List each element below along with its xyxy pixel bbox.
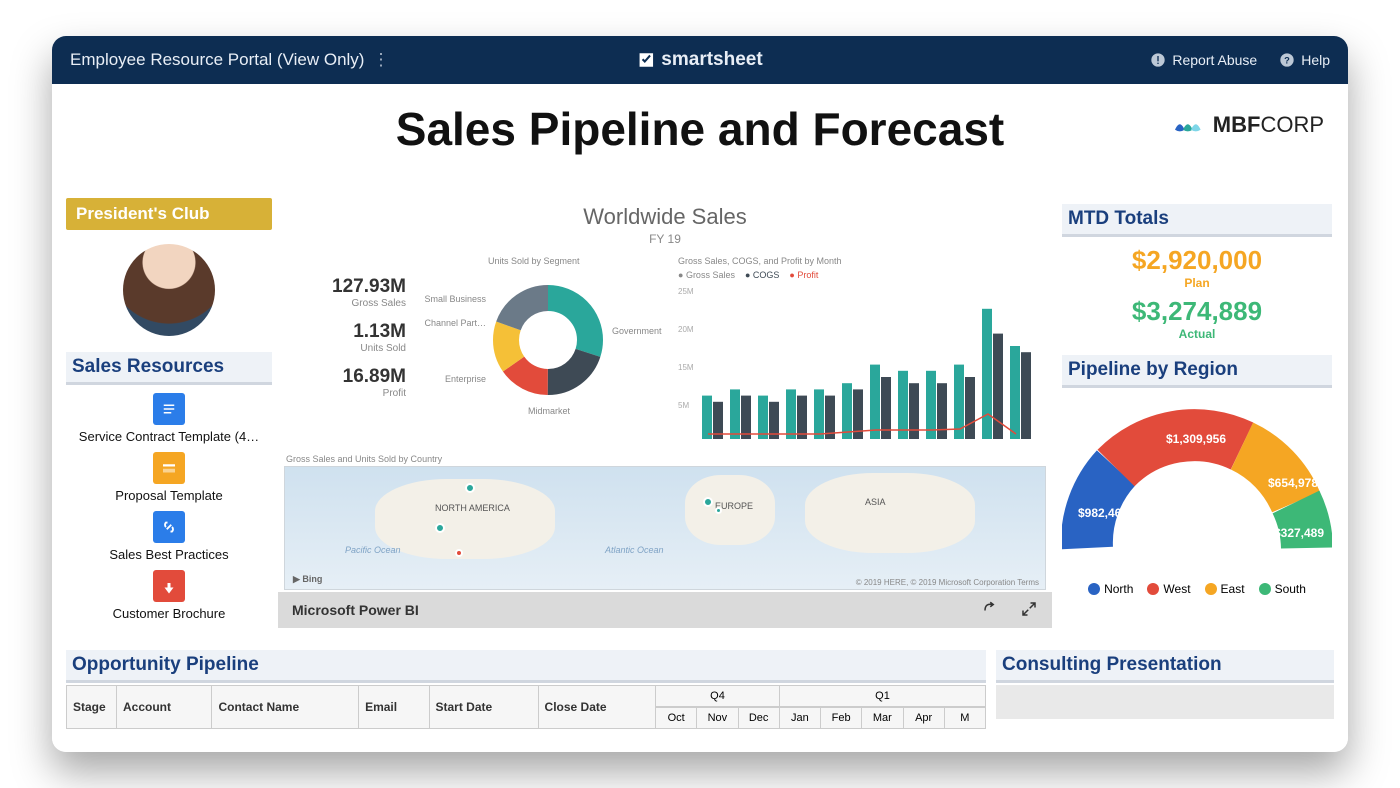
powerbi-label: Microsoft Power BI [292,602,419,618]
region-legend: North West East South [1062,582,1332,596]
alert-icon [1150,52,1166,68]
help-link[interactable]: ? Help [1279,52,1330,68]
gantt-header[interactable]: Q4Q1 OctNovDecJanFebMarAprM [656,685,986,729]
kpi-list: 127.93MGross Sales 1.13MUnits Sold 16.89… [296,276,406,411]
resource-proposal-template[interactable]: Proposal Template [66,452,272,503]
resource-best-practices[interactable]: Sales Best Practices [66,511,272,562]
share-icon[interactable] [982,600,1000,621]
company-logo: MBFCORP [1175,112,1324,138]
world-map[interactable]: NORTH AMERICA EUROPE ASIA Pacific Ocean … [284,466,1046,590]
consulting-panel [996,685,1334,719]
more-icon[interactable]: ⋮ [372,50,389,70]
portal-title: Employee Resource Portal (View Only) [70,50,364,70]
resource-customer-brochure[interactable]: Customer Brochure [66,570,272,621]
expand-icon[interactable] [1020,600,1038,621]
worldwide-sales-subtitle: FY 19 [278,232,1052,246]
svg-text:5M: 5M [678,401,689,410]
svg-text:20M: 20M [678,325,694,334]
resource-contract-template[interactable]: Service Contract Template (4… [66,393,272,444]
consulting-header: Consulting Presentation [996,650,1334,683]
page-title: Sales Pipeline and Forecast [52,102,1348,156]
smartsheet-brand: smartsheet [637,49,762,71]
powerbi-panel: Worldwide Sales FY 19 127.93MGross Sales… [278,198,1052,628]
opportunity-header: Opportunity Pipeline [66,650,986,683]
opportunity-table[interactable]: Stage Account Contact Name Email Start D… [66,685,656,729]
worldwide-sales-title: Worldwide Sales [278,204,1052,230]
link-icon [153,511,185,543]
help-icon: ? [1279,52,1295,68]
donut-chart[interactable]: Units Sold by Segment Small Business Cha… [428,256,658,456]
map-title: Gross Sales and Units Sold by Country [286,454,442,464]
svg-text:?: ? [1284,55,1290,65]
sales-resources-header: Sales Resources [66,352,272,385]
svg-text:15M: 15M [678,363,694,372]
mtd-actual-amount: $3,274,889 [1062,296,1332,327]
bar-chart[interactable]: Gross Sales, COGS, and Profit by Month ●… [678,256,1038,456]
svg-text:25M: 25M [678,287,694,296]
pipeline-region-header: Pipeline by Region [1062,355,1332,388]
template-icon [153,452,185,484]
mtd-plan-label: Plan [1062,276,1332,290]
mtd-header: MTD Totals [1062,204,1332,237]
mtd-actual-label: Actual [1062,327,1332,341]
document-icon [153,393,185,425]
avatar [123,244,215,336]
region-gauge[interactable]: $982,467 $1,309,956 $654,978 $327,489 [1062,398,1332,578]
mtd-plan-amount: $2,920,000 [1062,245,1332,276]
pdf-icon [153,570,185,602]
presidents-club-header: President's Club [66,198,272,230]
report-abuse-link[interactable]: Report Abuse [1150,52,1257,68]
